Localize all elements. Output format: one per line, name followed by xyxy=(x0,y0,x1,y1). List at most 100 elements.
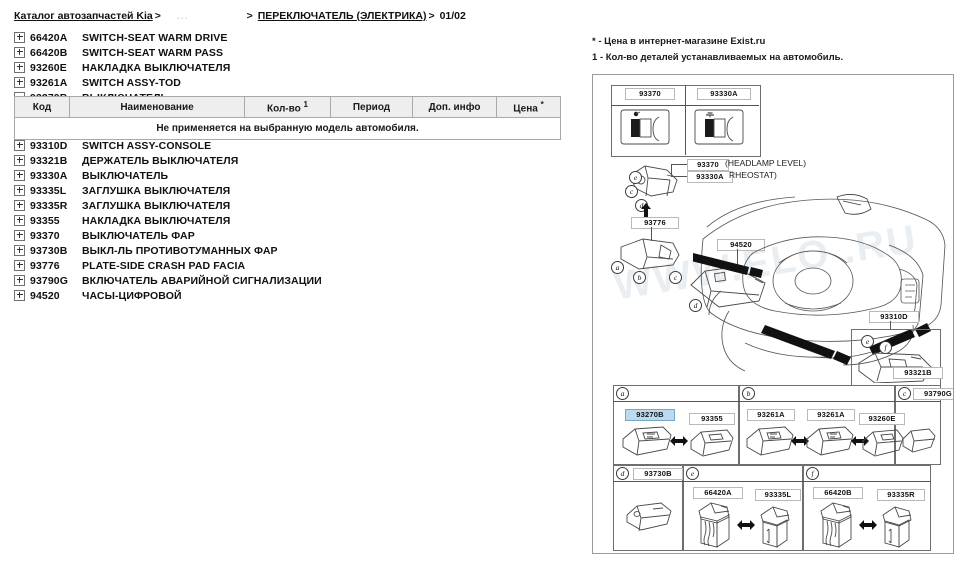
expand-plus-icon[interactable] xyxy=(14,76,25,88)
tree-item-code: 66420B xyxy=(30,47,68,59)
legend-letter-c[interactable]: c xyxy=(898,387,911,400)
tree-item-94520[interactable]: 94520 ЧАСЫ-ЦИФРОВОЙ xyxy=(14,289,182,304)
callout-leader-line-2 xyxy=(671,176,687,177)
tree-item-label: SWITCH-SEAT WARM PASS xyxy=(82,47,224,59)
column-header-period[interactable]: Период xyxy=(330,96,413,118)
diagram-circle-marker-c-top[interactable]: c xyxy=(625,185,638,198)
breadcrumb-separator-1: > xyxy=(154,10,161,22)
diagram-chip-93370-top[interactable]: 93370 xyxy=(625,88,675,100)
legend-chip-93261A-1[interactable]: 93261A xyxy=(747,409,795,421)
diagram-chip-93321B[interactable]: 93321B xyxy=(893,367,943,379)
breadcrumb-separator-2: > xyxy=(246,10,253,22)
diagram-chip-93330A-top[interactable]: 93330A xyxy=(697,88,751,100)
expand-plus-icon[interactable] xyxy=(14,184,25,196)
callout-text-rheostat: RHEOSTAT) xyxy=(729,170,777,180)
diagram-circle-marker-a[interactable]: a xyxy=(611,261,624,274)
diagram-chip-93330A-legend[interactable]: 93330A xyxy=(687,171,733,183)
legend-chip-93790G[interactable]: 93790G xyxy=(913,388,953,400)
legend-letter-d[interactable]: d xyxy=(616,467,629,480)
chip-leader-93310D xyxy=(890,321,891,329)
column-header-price[interactable]: Цена * xyxy=(496,96,561,118)
column-header-extra-info[interactable]: Доп. инфо xyxy=(412,96,497,118)
diagram-chip-93776[interactable]: 93776 xyxy=(631,217,679,229)
expand-plus-icon[interactable] xyxy=(14,31,25,43)
tree-item-code: 66420A xyxy=(30,32,68,44)
tree-item-66420A[interactable]: 66420A SWITCH-SEAT WARM DRIVE xyxy=(14,31,228,46)
expand-plus-icon[interactable] xyxy=(14,61,25,73)
callout-text-headlamp-level: (HEADLAMP LEVEL) xyxy=(725,158,807,168)
tree-item-66420B[interactable]: 66420B SWITCH-SEAT WARM PASS xyxy=(14,46,223,61)
expand-plus-icon[interactable] xyxy=(14,274,25,286)
expand-plus-icon[interactable] xyxy=(14,46,25,58)
tree-item-code: 93321B xyxy=(30,155,68,167)
legend-chip-93335R[interactable]: 93335R xyxy=(877,489,925,501)
callout-leader-bracket xyxy=(671,164,672,177)
expand-plus-icon[interactable] xyxy=(14,199,25,211)
legend-chip-93730B[interactable]: 93730B xyxy=(633,468,683,480)
interchange-arrow-icon-a xyxy=(670,436,688,446)
parts-list-pane: Каталог автозапчастей Kia >... > ПЕРЕКЛЮЧА… xyxy=(0,0,578,564)
diagram-circle-marker-b[interactable]: b xyxy=(633,271,646,284)
tree-item-93335L[interactable]: 93335L ЗАГЛУШКА ВЫКЛЮЧАТЕЛЯ xyxy=(14,184,230,199)
legend-chip-93261A-2[interactable]: 93261A xyxy=(807,409,855,421)
legend-chip-93260E[interactable]: 93260E xyxy=(859,413,905,425)
legend-letter-a[interactable]: a xyxy=(616,387,629,400)
tree-item-93260E[interactable]: 93260E НАКЛАДКА ВЫКЛЮЧАТЕЛЯ xyxy=(14,61,230,76)
column-header-code[interactable]: Код xyxy=(14,96,70,118)
tree-item-label: НАКЛАДКА ВЫКЛЮЧАТЕЛЯ xyxy=(82,215,231,227)
breadcrumb: Каталог автозапчастей Kia >... > ПЕРЕКЛЮЧА… xyxy=(14,10,566,26)
breadcrumb-root-link[interactable]: Каталог автозапчастей Kia xyxy=(14,10,153,22)
legend-chip-93355[interactable]: 93355 xyxy=(689,413,735,425)
legend-chip-93270B[interactable]: 93270B xyxy=(625,409,675,421)
expand-plus-icon[interactable] xyxy=(14,214,25,226)
tree-item-93321B[interactable]: 93321B ДЕРЖАТЕЛЬ ВЫКЛЮЧАТЕЛЯ xyxy=(14,154,238,169)
legend-chip-93335L[interactable]: 93335L xyxy=(755,489,801,501)
tree-item-93330A[interactable]: 93330A ВЫКЛЮЧАТЕЛЬ xyxy=(14,169,168,184)
diagram-circle-marker-e-top[interactable]: e xyxy=(629,171,642,184)
legend-e-header-rule xyxy=(683,481,803,482)
expand-plus-icon[interactable] xyxy=(14,244,25,256)
tree-item-label: PLATE-SIDE CRASH PAD FACIA xyxy=(82,260,246,272)
breadcrumb-page: 01/02 xyxy=(439,10,466,22)
tree-item-93776[interactable]: 93776 PLATE-SIDE CRASH PAD FACIA xyxy=(14,259,245,274)
legend-letter-f[interactable]: f xyxy=(806,467,819,480)
tree-item-93370[interactable]: 93370 ВЫКЛЮЧАТЕЛЬ ФАР xyxy=(14,229,195,244)
expand-plus-icon[interactable] xyxy=(14,229,25,241)
legend-chip-66420A[interactable]: 66420A xyxy=(693,487,743,499)
expand-plus-icon[interactable] xyxy=(14,169,25,181)
expand-plus-icon[interactable] xyxy=(14,289,25,301)
legend-letter-e[interactable]: e xyxy=(686,467,699,480)
diagram-circle-marker-c[interactable]: c xyxy=(669,271,682,284)
tree-item-93730B[interactable]: 93730B ВЫКЛ-ЛЬ ПРОТИВОТУМАННЫХ ФАР xyxy=(14,244,278,259)
callout-leader-line-1 xyxy=(671,164,687,165)
tree-item-code: 93260E xyxy=(30,62,67,74)
tree-item-93355[interactable]: 93355 НАКЛАДКА ВЫКЛЮЧАТЕЛЯ xyxy=(14,214,230,229)
expand-plus-icon[interactable] xyxy=(14,154,25,166)
tree-item-93310D[interactable]: 93310D SWITCH ASSY-CONSOLE xyxy=(14,139,211,154)
tree-item-code: 94520 xyxy=(30,290,60,302)
expand-plus-icon[interactable] xyxy=(14,259,25,271)
switch-93270B-illustration xyxy=(622,426,672,456)
diagram-chip-93310D[interactable]: 93310D xyxy=(869,311,919,323)
tree-item-code: 93370 xyxy=(30,230,60,242)
exploded-diagram-panel[interactable]: WWW.ELO .RU 93370 93330A e 93370 (HEADLA… xyxy=(592,74,954,554)
expand-plus-icon[interactable] xyxy=(14,139,25,151)
table-empty-row: Не применяется на выбранную модель автом… xyxy=(14,117,561,140)
tree-item-93790G[interactable]: 93790G ВКЛЮЧАТЕЛЬ АВАРИЙНОЙ СИГНАЛИЗАЦИИ xyxy=(14,274,322,289)
legend-a-header-rule xyxy=(613,401,739,402)
legend-b-header-rule xyxy=(739,401,895,402)
breadcrumb-section-link[interactable]: ПЕРЕКЛЮЧАТЕЛЬ (ЭЛЕКТРИКА) xyxy=(258,10,427,22)
legend-letter-b[interactable]: b xyxy=(742,387,755,400)
parts-table: Код Наименование Кол-во 1 Период Доп. ин… xyxy=(14,96,561,140)
tree-item-label: SWITCH ASSY-CONSOLE xyxy=(82,140,212,152)
column-header-name[interactable]: Наименование xyxy=(69,96,245,118)
column-header-quantity[interactable]: Кол-во 1 xyxy=(244,96,331,118)
legend-chip-66420B[interactable]: 66420B xyxy=(813,487,863,499)
tree-item-93335R[interactable]: 93335R ЗАГЛУШКА ВЫКЛЮЧАТЕЛЯ xyxy=(14,199,230,214)
diagram-chip-93370-legend[interactable]: 93370 xyxy=(687,159,729,171)
switch-93790G-illustration xyxy=(902,428,936,453)
tree-item-93261A[interactable]: 93261A SWITCH ASSY-TOD xyxy=(14,76,181,91)
footnote-price-text: - Цена в интернет-магазине Exist.ru xyxy=(598,36,766,47)
footnote-quantity-text: - Кол-во деталей устанавливаемых на авто… xyxy=(599,52,844,63)
price-footnote-marker: * xyxy=(540,99,544,109)
